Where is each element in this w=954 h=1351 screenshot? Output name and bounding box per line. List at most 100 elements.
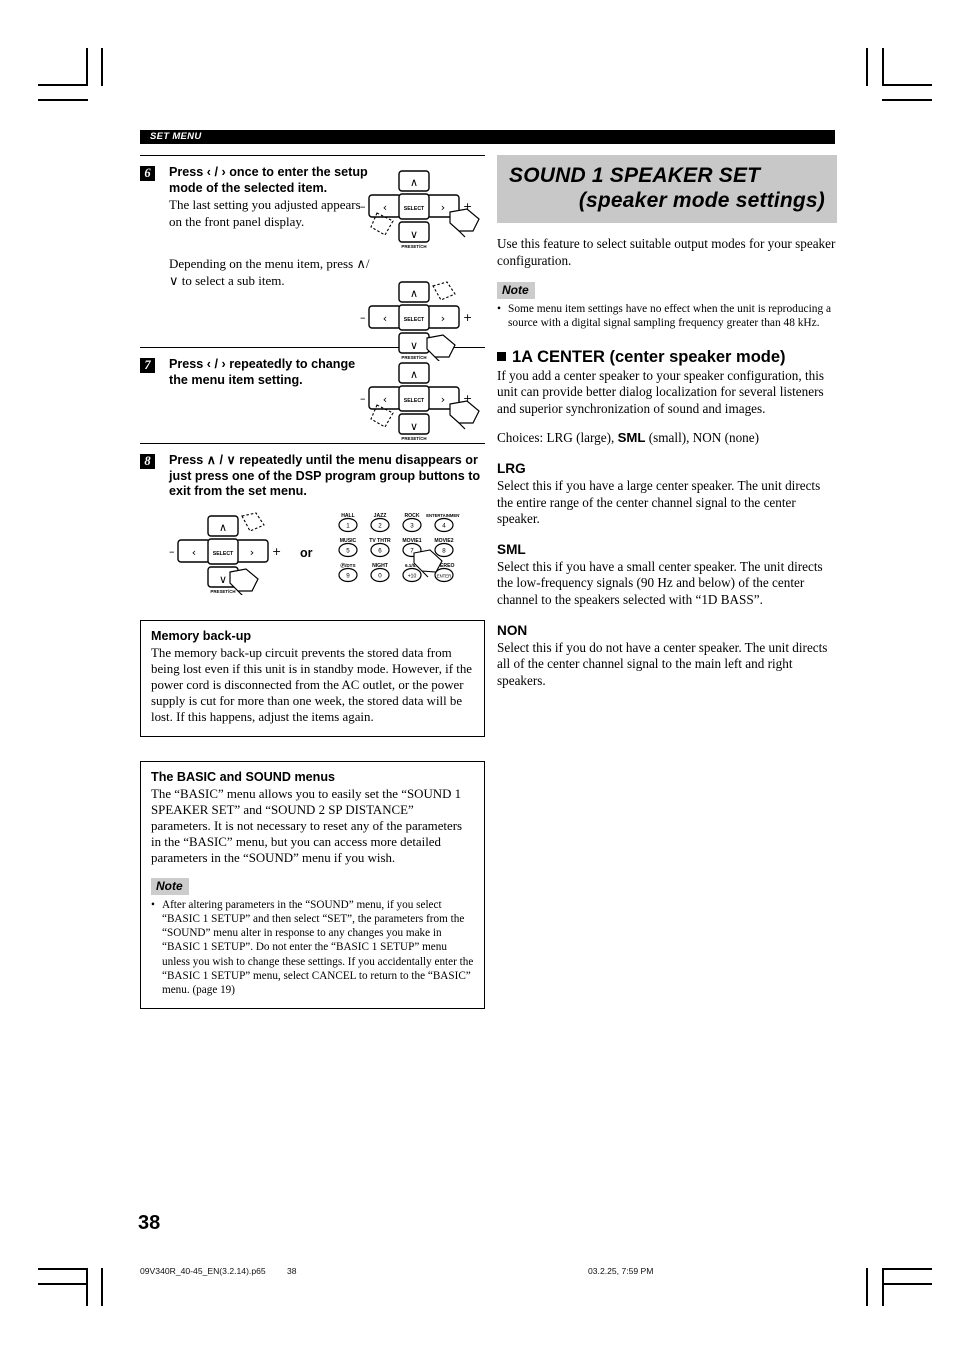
subsection-intro: If you add a center speaker to your spea… xyxy=(497,367,825,416)
bullet-square-icon xyxy=(497,351,506,361)
dsp-key-0: 0 xyxy=(378,572,382,579)
crop-mark-br-v xyxy=(866,1268,868,1306)
running-head-text: SET MENU xyxy=(150,131,202,142)
subsection-heading-1a-center: 1A CENTER (center speaker mode) xyxy=(497,347,837,367)
dsp-key-enter: ENTER xyxy=(437,573,452,578)
step-7: 7 Press ‹ / › repeatedly to change the m… xyxy=(140,348,485,441)
remote-figure-step6a: ∧ ∨ ‹ › SELECT PRESET/CH – + xyxy=(355,165,485,255)
svg-text:‹: ‹ xyxy=(192,546,196,559)
crop-mark-tr-v2 xyxy=(882,48,884,86)
footer-date: 03.2.25, 7:59 PM xyxy=(588,1266,654,1276)
crop-mark-tr-h2 xyxy=(882,99,932,101)
callout-memory-backup: Memory back-up The memory back-up circui… xyxy=(140,619,485,737)
crop-mark-br-h2 xyxy=(882,1283,932,1285)
select-label: SELECT xyxy=(404,206,425,212)
dpad-diagram: ∧ ∨ ‹ › SELECT PRESET/CH – + xyxy=(169,511,281,597)
minus-label: – xyxy=(360,392,366,405)
dsp-key-2: 2 xyxy=(378,522,382,529)
step-8-or-label: or xyxy=(300,545,313,560)
option-desc-non: Select this if you do not have a center … xyxy=(497,639,828,688)
choices-suffix: (small), NON (none) xyxy=(645,430,759,446)
option-desc-sml: Select this if you have a small center s… xyxy=(497,558,823,607)
svg-text:∧: ∧ xyxy=(410,287,418,300)
right-column: SOUND 1 SPEAKER SET (speaker mode settin… xyxy=(497,155,837,689)
svg-text:›: › xyxy=(441,201,445,214)
callout-basic-body: The “BASIC” menu allows you to easily se… xyxy=(151,786,463,866)
callout-basic-note-list: After altering parameters in the “SOUND”… xyxy=(151,898,474,998)
remote-figure-step7: ∧ ∨ ‹ › SELECT PRESET/CH – + xyxy=(355,357,485,447)
crop-mark-tr-v xyxy=(866,48,868,86)
footer-filename: 09V340R_40-45_EN(3.2.14).p65 xyxy=(140,1266,266,1276)
callout-memory-body: The memory back-up circuit prevents the … xyxy=(151,645,472,725)
minus-label: – xyxy=(360,311,366,324)
page-number: 38 xyxy=(138,1212,161,1234)
option-desc-lrg: Select this if you have a large center s… xyxy=(497,477,821,527)
section-title-band: SOUND 1 SPEAKER SET (speaker mode settin… xyxy=(497,155,837,223)
right-note-item: Some menu item settings have no effect w… xyxy=(497,302,837,330)
dsp-key-8: 8 xyxy=(442,547,446,554)
step-6-text2: Depending on the menu item, press ∧/∨ to… xyxy=(169,256,370,288)
select-label: SELECT xyxy=(213,551,234,557)
svg-text:∨: ∨ xyxy=(410,228,418,241)
preset-ch-label: PRESET/CH xyxy=(401,436,426,441)
note-tag-right: Note xyxy=(497,282,535,300)
step-8: 8 Press ∧ / ∨ repeatedly until the menu … xyxy=(140,444,485,610)
step-6-text: The last setting you adjusted appears on… xyxy=(169,197,361,229)
crop-mark-bl-v2 xyxy=(101,1268,103,1306)
option-heading-lrg: LRG xyxy=(497,460,526,476)
dsp-label-entertainment: ENTERTAINMENT xyxy=(426,513,460,518)
option-heading-sml: SML xyxy=(497,541,526,557)
manual-page: SET MENU 6 Press ‹ / › once to enter the… xyxy=(0,0,954,1351)
option-heading-non: NON xyxy=(497,622,528,638)
dsp-key-4: 4 xyxy=(442,522,446,529)
svg-text:∧: ∧ xyxy=(219,521,227,534)
crop-mark-br-v2 xyxy=(882,1268,884,1306)
callout-basic-sound: The BASIC and SOUND menus The “BASIC” me… xyxy=(140,760,485,1009)
choices-default: SML xyxy=(617,430,646,446)
dsp-key-6: 6 xyxy=(378,547,382,554)
crop-mark-bl-v xyxy=(86,1268,88,1306)
minus-label: – xyxy=(169,545,175,558)
section-title-line2: (speaker mode settings) xyxy=(578,189,825,212)
choices-line: Choices: LRG (large), SML (small), NON (… xyxy=(497,430,837,447)
plus-label: + xyxy=(272,545,281,558)
crop-mark-br-h xyxy=(882,1268,932,1270)
svg-text:›: › xyxy=(441,312,445,325)
svg-text:∧: ∧ xyxy=(410,368,418,381)
left-column: 6 Press ‹ / › once to enter the setup mo… xyxy=(140,155,485,1009)
note-tag-basic: Note xyxy=(151,877,189,895)
preset-ch-label: PRESET/CH xyxy=(210,589,235,594)
dsp-key-5: 5 xyxy=(346,547,350,554)
subsection-heading-text: 1A CENTER (center speaker mode) xyxy=(512,347,786,366)
callout-memory-title: Memory back-up xyxy=(151,628,252,643)
callout-basic-title: The BASIC and SOUND menus xyxy=(151,769,336,784)
running-head-bar xyxy=(140,130,835,144)
right-note-list: Some menu item settings have no effect w… xyxy=(497,302,837,330)
select-label: SELECT xyxy=(404,398,425,404)
section-intro: Use this feature to select suitable outp… xyxy=(497,236,836,268)
section-title-line1: SOUND 1 SPEAKER SET xyxy=(509,164,761,187)
dsp-key-3: 3 xyxy=(410,522,414,529)
crop-mark-bl-h xyxy=(38,1268,88,1270)
preset-ch-label: PRESET/CH xyxy=(401,244,426,249)
footer-page: 38 xyxy=(287,1266,297,1276)
step-8-figures: ∧ ∨ ‹ › SELECT PRESET/CH – + or HALL JAZ… xyxy=(140,510,485,610)
select-label: SELECT xyxy=(404,317,425,323)
crop-mark-tl-h xyxy=(38,84,88,86)
dsp-key-9: 9 xyxy=(346,572,350,579)
crop-mark-tr-h xyxy=(882,84,932,86)
svg-text:∨: ∨ xyxy=(410,420,418,433)
step-8-number: 8 xyxy=(140,454,155,469)
step-7-heading: Press ‹ / › repeatedly to change the men… xyxy=(169,357,356,387)
dsp-keypad-diagram: HALL JAZZ ROCK ENTERTAINMENT MUSIC TV TH… xyxy=(338,513,462,582)
choices-prefix: Choices: LRG (large), xyxy=(497,430,618,446)
crop-mark-tl-v2 xyxy=(101,48,103,86)
svg-text:∧: ∧ xyxy=(410,176,418,189)
svg-text:›: › xyxy=(250,546,254,559)
svg-text:‹: ‹ xyxy=(383,201,387,214)
dpad-diagram: ∧ ∨ ‹ › SELECT PRESET/CH – + xyxy=(360,170,480,249)
step-6-heading: Press ‹ / › once to enter the setup mode… xyxy=(169,165,368,195)
dpad-diagram: ∧ ∨ ‹ › SELECT PRESET/CH – + xyxy=(360,362,480,441)
svg-text:∨: ∨ xyxy=(219,573,227,586)
step-8-heading: Press ∧ / ∨ repeatedly until the menu di… xyxy=(169,453,481,498)
